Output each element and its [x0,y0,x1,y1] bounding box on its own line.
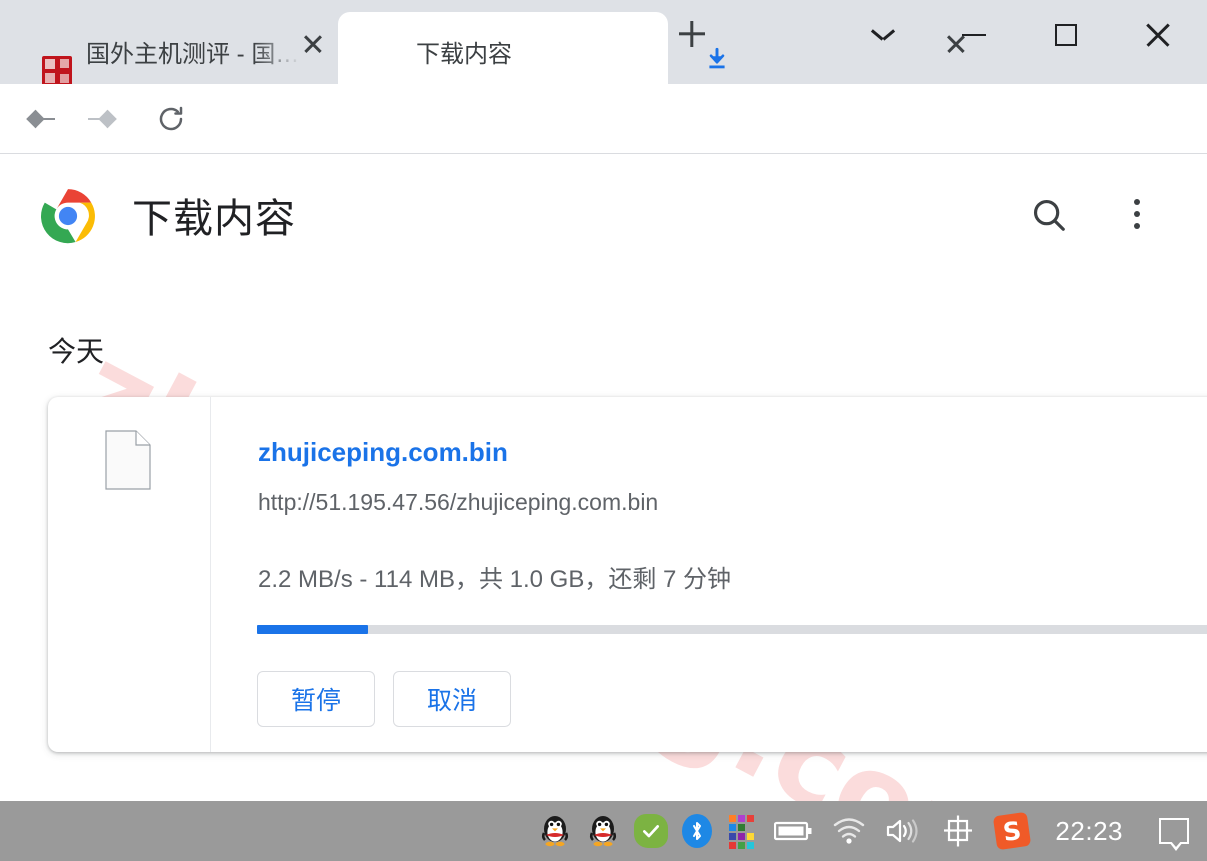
maximize-button[interactable] [1035,14,1097,56]
qq-penguin-icon[interactable] [531,801,579,861]
download-source-url: http://51.195.47.56/zhujiceping.com.bin [258,489,659,515]
back-arrow-icon [28,109,56,129]
chrome-logo [40,188,96,244]
back-button[interactable] [21,98,63,140]
color-grid-icon[interactable] [719,801,765,861]
forward-arrow-icon [87,109,115,129]
qq-penguin-icon[interactable] [579,801,627,861]
download-progress-fill [257,625,369,634]
volume-icon[interactable] [875,801,931,861]
download-progress-bar [257,625,1207,634]
sogou-label: S [993,811,1032,851]
download-file-name-link[interactable]: zhujiceping.com.bin [258,437,508,468]
site-favicon-icon [42,56,72,86]
download-actions: 暂停 取消 [257,671,511,727]
battery-icon[interactable] [765,801,823,861]
minimize-button[interactable] [943,14,1005,56]
system-taskbar: S 22:23 [0,801,1207,861]
tab-title: 下载内容 [416,41,512,68]
tab-foreign-host-review[interactable]: 国外主机测评 - 国… [18,12,339,86]
taskbar-clock[interactable]: 22:23 [1039,801,1141,861]
green-check-icon[interactable] [627,801,675,861]
generic-file-icon [105,430,151,490]
tab-downloads[interactable]: 下载内容 [338,12,725,84]
downloads-menu-button[interactable] [1122,194,1152,234]
sogou-input-icon[interactable]: S [985,801,1039,861]
bluetooth-icon[interactable] [675,801,719,861]
system-tray: S 22:23 [531,801,1207,861]
tab-title: 国外主机测评 - 国… [86,41,300,68]
pause-button[interactable]: 暂停 [257,671,375,727]
card-divider [210,397,211,752]
tab-strip: 国外主机测评 - 国… 下载内容 [0,0,1207,86]
browser-toolbar: Chrome chrome://downloads [0,84,1207,227]
tab-close-button[interactable] [313,44,339,70]
section-label-today: 今天 [48,336,105,367]
wifi-icon[interactable] [823,801,875,861]
download-item-card[interactable]: zhujiceping.com.bin http://51.195.47.56/… [48,397,1207,752]
downloads-page: 下载内容 zhujiceping.com 今天 zhujiceping.com.… [0,155,1207,801]
close-window-button[interactable] [1127,14,1189,56]
search-icon[interactable] [1030,196,1068,234]
ime-chinese-icon[interactable] [931,801,985,861]
reload-button[interactable] [150,98,192,140]
forward-button[interactable] [80,98,122,140]
browser-window: 国外主机测评 - 国… 下载内容 下载内容 今天 zhujiceping.com… [0,0,1207,861]
cancel-button[interactable]: 取消 [393,671,511,727]
notification-bubble-icon[interactable] [1141,801,1207,861]
tab-search-button[interactable] [852,14,914,56]
reload-icon [159,106,183,131]
download-status-text: 2.2 MB/s - 114 MB，共 1.0 GB，还剩 7 分钟 [258,566,732,593]
new-tab-button[interactable] [692,34,726,68]
page-title: 下载内容 [132,197,296,241]
